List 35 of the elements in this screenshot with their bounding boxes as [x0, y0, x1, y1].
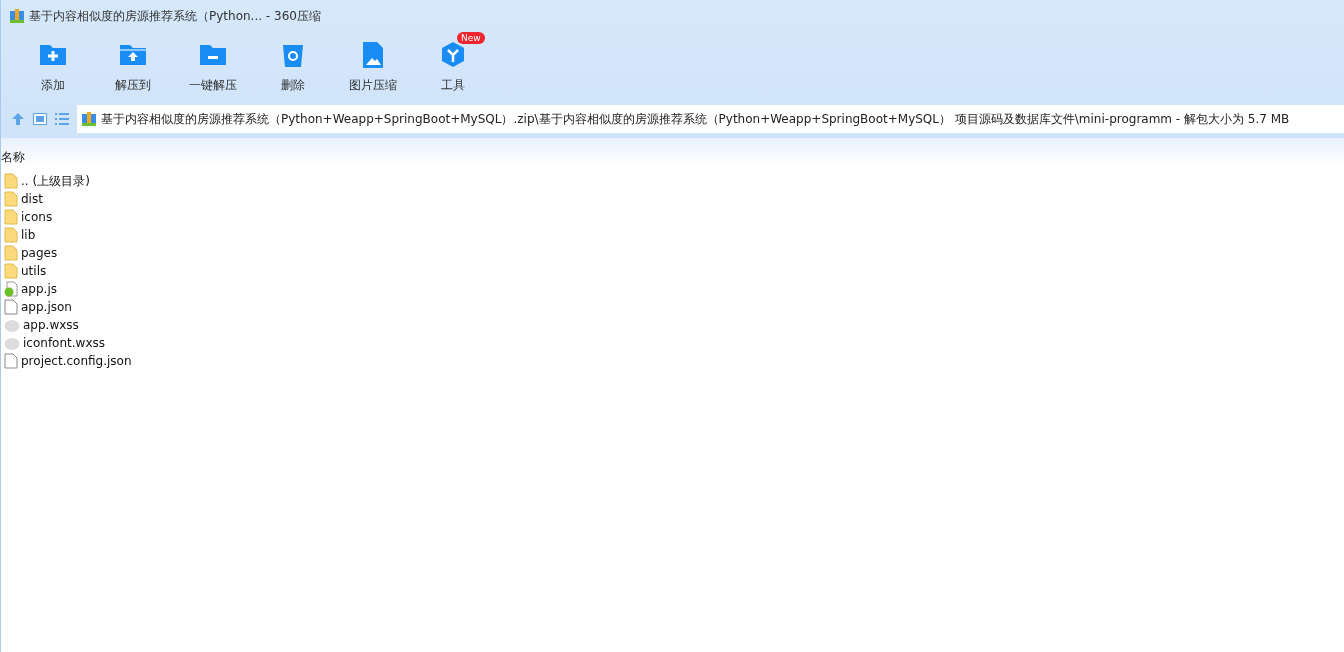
- file-name[interactable]: app.wxss: [23, 318, 79, 332]
- toolbar-button[interactable]: 图片压缩: [333, 32, 413, 100]
- file-name[interactable]: app.json: [21, 300, 72, 314]
- list-icon[interactable]: [55, 113, 69, 125]
- file-name[interactable]: .. (上级目录): [21, 172, 90, 190]
- file-name[interactable]: lib: [21, 228, 36, 242]
- toolbar-button[interactable]: New 工具: [413, 32, 493, 100]
- folder-icon: [4, 209, 18, 225]
- archive-icon: [81, 111, 97, 127]
- window-icon[interactable]: [33, 113, 47, 125]
- new-badge: New: [457, 32, 485, 44]
- folder-icon: [4, 227, 18, 243]
- column-header[interactable]: 名称: [1, 149, 25, 166]
- file-name[interactable]: project.config.json: [21, 354, 132, 368]
- toolbar-button[interactable]: 一键解压: [173, 32, 253, 100]
- script-file-icon: [4, 281, 18, 297]
- folder-icon: [4, 263, 18, 279]
- file-name[interactable]: icons: [21, 210, 53, 224]
- folder-icon: [4, 245, 18, 261]
- archive-icon: [9, 8, 25, 24]
- file-name[interactable]: iconfont.wxss: [23, 336, 105, 350]
- folder-icon: [4, 191, 18, 207]
- file-icon: [4, 353, 18, 369]
- file-name[interactable]: utils: [21, 264, 47, 278]
- window-title: 基于内容相似度的房源推荐系统（Python... - 360压缩: [29, 7, 321, 25]
- file-name[interactable]: dist: [21, 192, 43, 206]
- toolbar-button[interactable]: 删除: [253, 32, 333, 100]
- toolbar-button[interactable]: 添加: [13, 32, 93, 100]
- file-name[interactable]: app.js: [21, 282, 57, 296]
- file-name[interactable]: pages: [21, 246, 58, 260]
- file-icon: [4, 299, 18, 315]
- address-field[interactable]: 基于内容相似度的房源推荐系统（Python+Weapp+SpringBoot+MySQL）.zip\基于内容相似度的房源推荐系统（Python+Weapp+SpringBoot+MySQL） 项目源码及数据库文件\mini-programm - 解包大小为 5.7 MB: [77, 105, 1344, 133]
- toolbar-button[interactable]: 解压到: [93, 32, 173, 100]
- up-arrow-icon[interactable]: [11, 112, 25, 126]
- folder-icon: [4, 173, 18, 189]
